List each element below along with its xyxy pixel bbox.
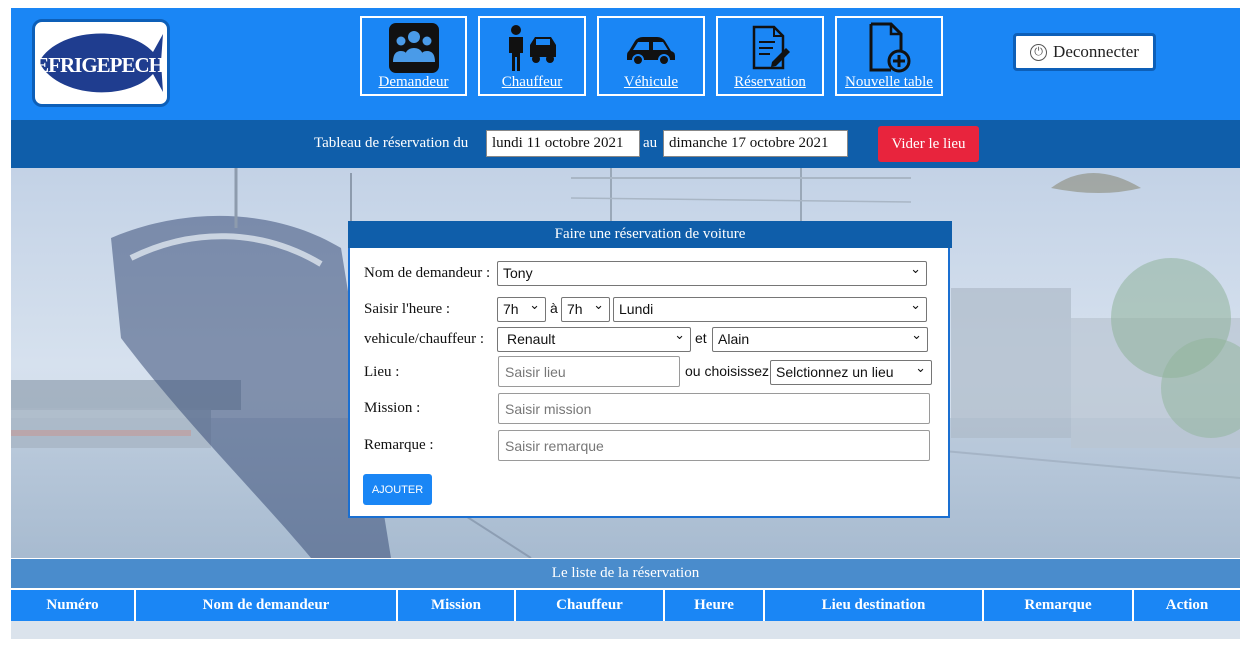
nav-label: Nouvelle table	[845, 74, 933, 90]
heure-to-select[interactable]: 7h ⌄	[561, 297, 610, 322]
nav-vehicule-button[interactable]: Véhicule	[597, 16, 705, 96]
nav-label: Réservation	[734, 74, 806, 90]
reservation-table-body	[11, 621, 1240, 639]
heure-label: Saisir l'heure :	[364, 301, 451, 317]
demandeur-select[interactable]: Tony ⌄	[497, 261, 927, 286]
jour-select-value: Lundi	[619, 301, 654, 317]
column-header-remarque[interactable]: Remarque	[984, 590, 1132, 621]
reservation-form-title: Faire une réservation de voiture	[348, 221, 952, 248]
chevron-down-icon: ⌄	[593, 298, 604, 313]
mission-label: Mission :	[364, 400, 421, 416]
chevron-down-icon: ⌄	[910, 262, 921, 277]
lieu-label: Lieu :	[364, 364, 400, 380]
column-header-demandeur[interactable]: Nom de demandeur	[136, 590, 396, 621]
remarque-input[interactable]: Saisir remarque	[498, 430, 930, 461]
power-icon: ⏻	[1030, 43, 1048, 61]
logout-button[interactable]: ⏻ Deconnecter	[1013, 33, 1156, 71]
refrigepeche-logo: REFRIGEPECHE	[32, 19, 170, 107]
column-header-heure[interactable]: Heure	[665, 590, 763, 621]
nav-reservation-button[interactable]: Réservation	[716, 16, 824, 96]
demandeur-label: Nom de demandeur :	[364, 265, 491, 281]
nav-label: Chauffeur	[501, 74, 563, 90]
chevron-down-icon: ⌄	[915, 361, 926, 376]
nav-demandeur-button[interactable]: Demandeur	[360, 16, 467, 96]
end-date-field[interactable]: dimanche 17 octobre 2021	[663, 130, 848, 157]
nav-label: Véhicule	[623, 74, 679, 90]
car-icon	[599, 21, 703, 75]
reservation-list-title: Le liste de la réservation	[11, 559, 1240, 588]
column-header-action[interactable]: Action	[1134, 590, 1240, 621]
nav-nouvelle-table-button[interactable]: Nouvelle table	[835, 16, 943, 96]
column-header-chauffeur[interactable]: Chauffeur	[516, 590, 663, 621]
heure-to-value: 7h	[567, 301, 583, 317]
chauffeur-select[interactable]: Alain ⌄	[712, 327, 928, 352]
logout-label: Deconnecter	[1053, 42, 1139, 61]
people-group-icon	[362, 21, 465, 75]
remarque-label: Remarque :	[364, 437, 434, 453]
file-plus-icon	[837, 21, 941, 75]
lieu-select[interactable]: Selctionnez un lieu ⌄	[770, 360, 932, 385]
chevron-down-icon: ⌄	[910, 298, 921, 313]
date-range-au: au	[643, 135, 658, 151]
ou-choisissez-label: ou choisissez	[685, 363, 770, 379]
lieu-input[interactable]: Saisir lieu	[498, 356, 680, 387]
clear-location-button[interactable]: Vider le lieu	[878, 126, 979, 162]
nav-label: Demandeur	[378, 74, 449, 90]
lieu-select-value: Selctionnez un lieu	[776, 364, 894, 380]
heure-from-select[interactable]: 7h ⌄	[497, 297, 546, 322]
vehicule-select-value: Renault	[507, 331, 556, 347]
date-range-prefix: Tableau de réservation du	[314, 135, 469, 151]
chauffeur-select-value: Alain	[718, 331, 750, 347]
jour-select[interactable]: Lundi ⌄	[613, 297, 927, 322]
document-edit-icon	[718, 21, 822, 75]
heure-from-value: 7h	[503, 301, 519, 317]
vehicule-chauffeur-label: vehicule/chauffeur :	[364, 331, 485, 347]
demandeur-select-value: Tony	[503, 265, 533, 281]
vehicule-select[interactable]: Renault ⌄	[497, 327, 691, 352]
mission-input[interactable]: Saisir mission	[498, 393, 930, 424]
start-date-field[interactable]: lundi 11 octobre 2021	[486, 130, 640, 157]
column-header-mission[interactable]: Mission	[398, 590, 514, 621]
et-label: et	[695, 330, 707, 346]
nav-chauffeur-button[interactable]: Chauffeur	[478, 16, 586, 96]
column-header-lieu-destination[interactable]: Lieu destination	[765, 590, 982, 621]
driver-car-icon	[480, 21, 584, 75]
column-header-numero[interactable]: Numéro	[11, 590, 134, 621]
chevron-down-icon: ⌄	[674, 328, 685, 343]
chevron-down-icon: ⌄	[911, 328, 922, 343]
reservation-table-header: Numéro Nom de demandeur Mission Chauffeu…	[11, 590, 1240, 621]
ajouter-button[interactable]: AJOUTER	[363, 474, 432, 505]
svg-text:REFRIGEPECHE: REFRIGEPECHE	[35, 53, 167, 77]
chevron-down-icon: ⌄	[529, 298, 540, 313]
heure-separator: à	[550, 300, 558, 316]
